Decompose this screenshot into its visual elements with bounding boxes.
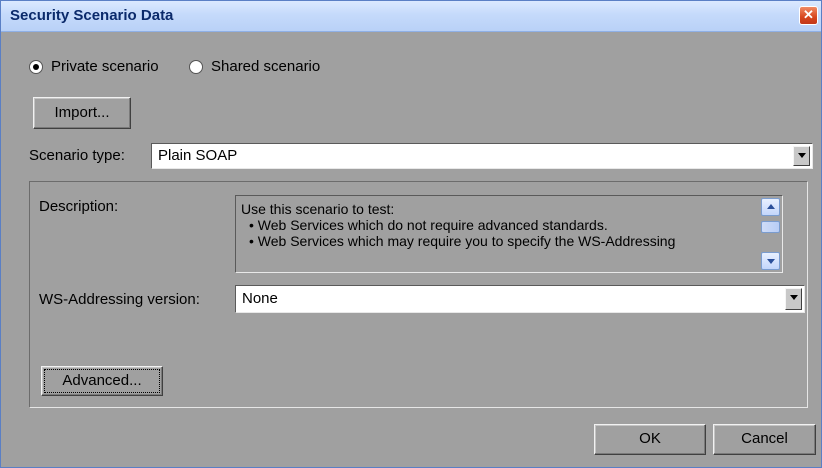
ws-addressing-select[interactable]: None (235, 285, 805, 313)
arrow-down-icon[interactable] (761, 252, 780, 270)
security-scenario-dialog: Security Scenario Data ✕ Private scenari… (0, 0, 822, 468)
advanced-button[interactable]: Advanced... (41, 366, 163, 396)
chevron-down-icon[interactable] (785, 288, 802, 310)
shared-scenario-radio[interactable] (189, 60, 203, 74)
advanced-button-label: Advanced... (62, 372, 142, 389)
ok-button-label: OK (639, 430, 661, 447)
scenario-type-label: Scenario type: (29, 147, 125, 164)
title-bar[interactable]: Security Scenario Data ✕ (1, 1, 821, 32)
radio-selected-dot (33, 64, 39, 70)
description-line: Use this scenario to test: (241, 201, 395, 217)
description-scrollbar[interactable] (761, 198, 780, 270)
private-scenario-radio[interactable] (29, 60, 43, 74)
scrollbar-thumb[interactable] (761, 221, 780, 233)
close-icon: ✕ (803, 7, 814, 22)
description-textbox[interactable]: Use this scenario to test: • Web Service… (235, 195, 783, 273)
description-text: Use this scenario to test: • Web Service… (241, 201, 675, 249)
ws-addressing-label: WS-Addressing version: (39, 291, 200, 308)
scenario-type-select[interactable]: Plain SOAP (151, 143, 813, 169)
description-line: • Web Services which may require you to … (249, 233, 676, 249)
ws-addressing-value: None (242, 290, 278, 307)
description-label: Description: (39, 198, 119, 215)
shared-scenario-label[interactable]: Shared scenario (211, 58, 320, 75)
arrow-up-icon[interactable] (761, 198, 780, 216)
cancel-button-label: Cancel (741, 430, 788, 447)
ok-button[interactable]: OK (594, 424, 706, 455)
private-scenario-label[interactable]: Private scenario (51, 58, 159, 75)
dialog-title: Security Scenario Data (10, 7, 174, 24)
close-button[interactable]: ✕ (799, 6, 818, 25)
chevron-down-icon[interactable] (793, 146, 810, 166)
cancel-button[interactable]: Cancel (713, 424, 816, 455)
import-button-label: Import... (54, 104, 110, 121)
scenario-type-value: Plain SOAP (158, 147, 238, 164)
import-button[interactable]: Import... (33, 97, 131, 129)
description-line: • Web Services which do not require adva… (249, 217, 608, 233)
